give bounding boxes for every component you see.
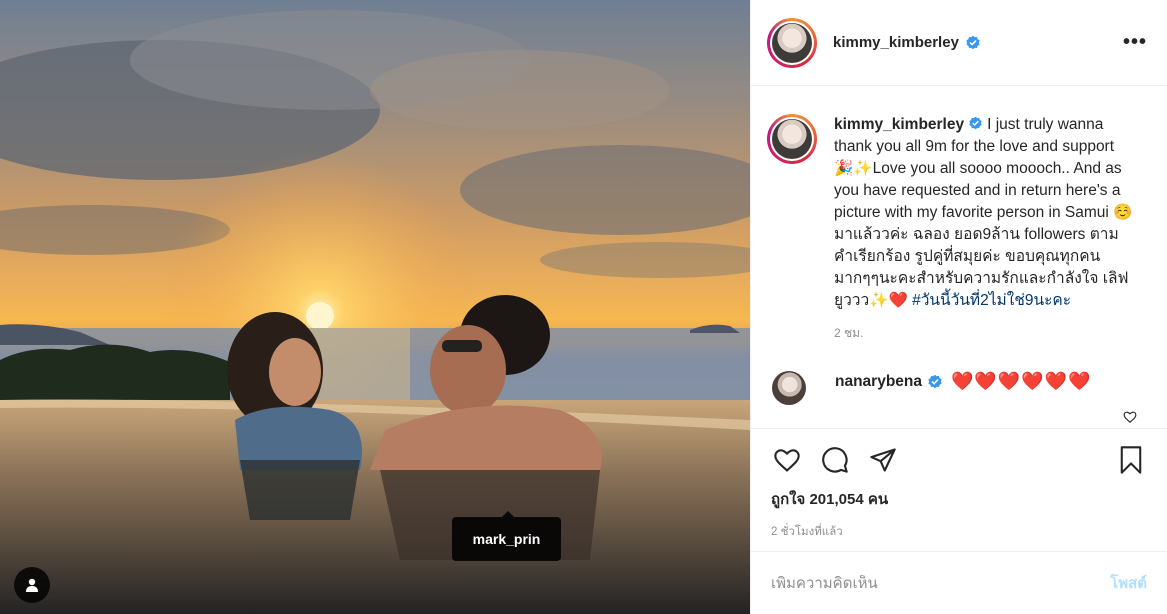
post-header: kimmy_kimberley ••• xyxy=(751,0,1167,86)
tagged-users-button[interactable] xyxy=(14,567,50,603)
caption-body: I just truly wanna thank you all 9m for … xyxy=(834,116,1133,309)
comment-like-heart-icon[interactable] xyxy=(1123,410,1137,424)
save-bookmark-icon[interactable] xyxy=(1115,444,1147,476)
verified-badge-icon xyxy=(969,116,982,130)
verified-badge-icon xyxy=(966,35,980,49)
caption-comment: kimmy_kimberley I just truly wanna thank… xyxy=(751,86,1167,312)
post-comment-button[interactable]: โพสต์ xyxy=(1110,571,1147,595)
share-paper-plane-icon[interactable] xyxy=(867,444,899,476)
action-bar xyxy=(751,429,1167,475)
comment-composer: โพสต์ xyxy=(751,551,1167,614)
comment-bubble-icon[interactable] xyxy=(819,444,851,476)
caption-text: kimmy_kimberley I just truly wanna thank… xyxy=(834,114,1134,312)
caption-author-avatar[interactable] xyxy=(767,114,817,164)
post-photo[interactable]: mark_prin xyxy=(0,0,750,614)
commenter-avatar[interactable] xyxy=(772,371,806,405)
user-icon xyxy=(26,578,38,592)
caption-timestamp: 2 ชม. xyxy=(834,326,864,340)
photo-user-tag-label: mark_prin xyxy=(472,531,541,547)
comments-list: kimmy_kimberley I just truly wanna thank… xyxy=(751,86,1167,428)
caption-hashtag[interactable]: #วันนี้วันที่2ไม่ใช่9นะคะ xyxy=(912,292,1071,309)
more-options-icon[interactable]: ••• xyxy=(1123,31,1147,54)
author-avatar[interactable] xyxy=(767,17,817,68)
commenter-username[interactable]: nanarybena xyxy=(835,373,922,391)
comment-text: ❤️❤️❤️❤️❤️❤️ xyxy=(951,371,1092,391)
post-date[interactable]: 2 ชั่วโมงที่แล้ว xyxy=(751,511,1167,541)
comment-input[interactable] xyxy=(771,574,1111,592)
caption-username[interactable]: kimmy_kimberley xyxy=(834,116,964,133)
verified-badge-icon xyxy=(928,374,942,388)
sunset-scene xyxy=(0,10,750,614)
author-username[interactable]: kimmy_kimberley xyxy=(833,34,959,51)
post-actions-section: ถูกใจ 201,054 คน 2 ชั่วโมงที่แล้ว xyxy=(751,428,1167,541)
post-side-panel: kimmy_kimberley ••• kimmy_kimberley I ju… xyxy=(750,0,1167,614)
photo-user-tag[interactable]: mark_prin xyxy=(452,511,561,561)
post-dialog: mark_prin kimmy_kimberley ••• kimmy_kimb… xyxy=(0,0,1167,614)
likes-count[interactable]: ถูกใจ 201,054 คน xyxy=(751,475,1167,511)
like-heart-icon[interactable] xyxy=(771,444,803,476)
comment-item: nanarybena ❤️❤️❤️❤️❤️❤️ xyxy=(751,343,1167,405)
